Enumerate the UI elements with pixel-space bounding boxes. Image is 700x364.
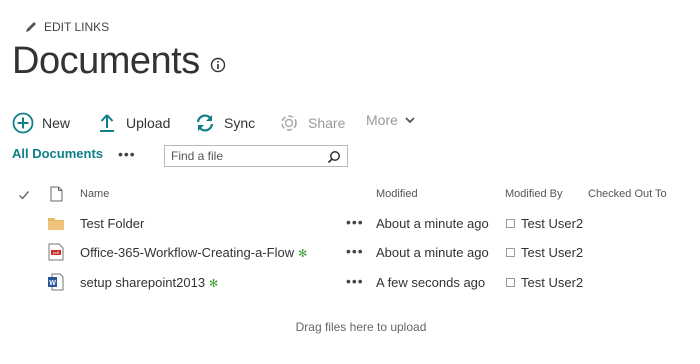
file-name-link[interactable]: Test Folder [80,216,144,231]
file-name: Office-365-Workflow-Creating-a-Flow [80,245,295,260]
search-icon[interactable] [327,150,341,164]
select-all-checkmark-icon[interactable] [18,189,30,201]
page-title-area: Documents [12,40,226,83]
search-input[interactable] [165,148,323,164]
row-options-button[interactable]: ••• [346,214,364,230]
file-name: Test Folder [80,216,145,231]
sync-icon [196,114,214,132]
table-row[interactable]: Test Folder ••• About a minute ago Test … [0,208,700,238]
new-item-indicator: ✻ [209,278,219,290]
view-options-button[interactable]: ••• [118,146,136,162]
pdf-file-icon: pdf [48,243,64,261]
modified-value: About a minute ago [376,245,489,260]
current-view-label: All Documents [12,146,104,161]
new-label: New [42,115,71,131]
column-header-checked-out-to[interactable]: Checked Out To [588,188,667,200]
table-row[interactable]: W setup sharepoint2013 ✻ ••• A few second… [0,267,700,297]
presence-indicator [506,278,515,287]
column-header-modified-by[interactable]: Modified By [505,188,562,200]
column-header-name[interactable]: Name [80,188,109,200]
sync-label: Sync [224,115,256,131]
view-selector[interactable]: All Documents [12,146,103,161]
modified-by-value[interactable]: Test User2 [521,245,583,260]
share-icon [281,115,297,131]
sync-button[interactable]: Sync [194,112,255,134]
drag-drop-hint: Drag files here to upload [295,320,427,334]
pencil-icon [26,22,36,32]
folder-icon [48,218,64,230]
file-name-link[interactable]: Office-365-Workflow-Creating-a-Flow ✻ [80,245,307,260]
upload-label: Upload [126,115,171,131]
more-button[interactable]: More [366,112,416,128]
upload-button[interactable]: Upload [96,112,170,134]
modified-by-value[interactable]: Test User2 [521,216,583,231]
file-type-header-icon[interactable] [50,186,63,202]
row-options-button[interactable]: ••• [346,243,364,259]
column-header-modified[interactable]: Modified [376,188,418,200]
more-label: More [366,112,398,128]
share-button[interactable]: Share [278,112,345,134]
chevron-down-icon [405,117,415,124]
edit-links[interactable]: EDIT LINKS [24,20,109,34]
new-button[interactable]: New [12,112,70,134]
svg-text:W: W [49,280,56,287]
modified-value: About a minute ago [376,216,489,231]
row-options-button[interactable]: ••• [346,273,364,289]
info-icon[interactable] [210,57,226,73]
upload-icon [100,114,114,132]
word-file-icon: W [48,273,64,291]
plus-circle-icon [12,112,34,134]
file-name-link[interactable]: setup sharepoint2013 ✻ [80,275,218,290]
file-name: setup sharepoint2013 [80,275,206,290]
share-label: Share [308,115,346,131]
modified-by-value[interactable]: Test User2 [521,275,583,290]
new-item-indicator: ✻ [298,248,308,260]
presence-indicator [506,219,515,228]
modified-value: A few seconds ago [376,275,486,290]
page-title: Documents [12,40,200,82]
search-box[interactable] [164,145,348,167]
table-row[interactable]: pdf Office-365-Workflow-Creating-a-Flow ✻… [0,237,700,267]
svg-text:pdf: pdf [53,250,59,255]
edit-links-label: EDIT LINKS [44,20,110,34]
presence-indicator [506,248,515,257]
